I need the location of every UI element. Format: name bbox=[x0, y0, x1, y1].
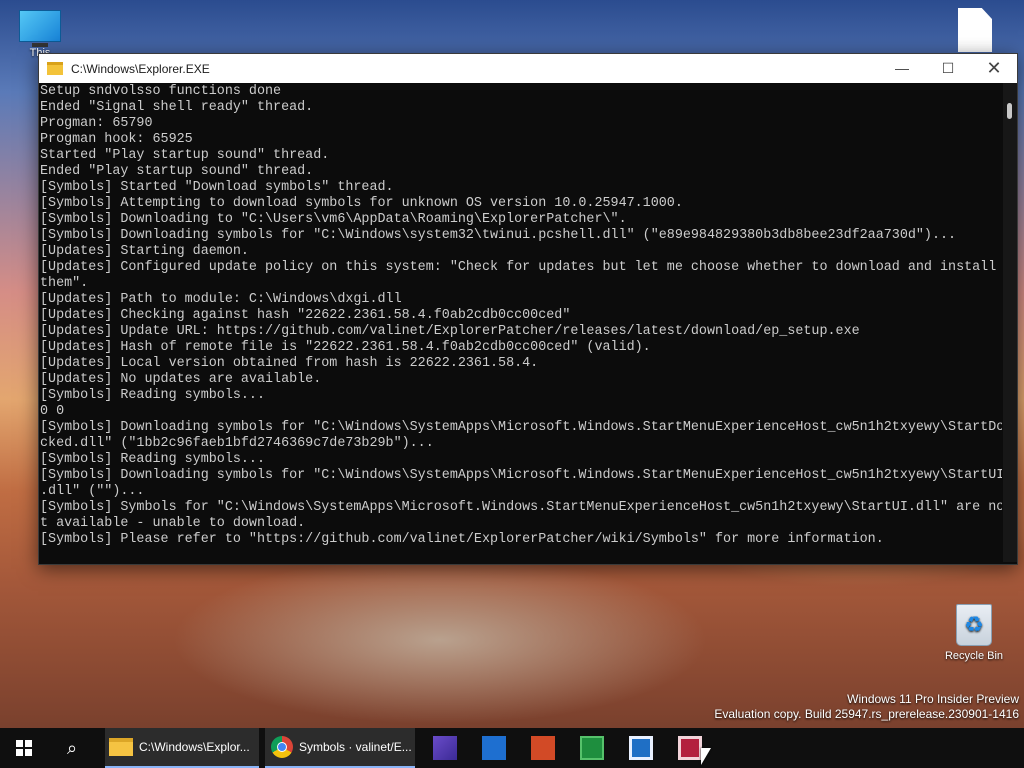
console-line: [Symbols] Symbols for "C:\Windows\System… bbox=[40, 500, 1002, 515]
start-button[interactable] bbox=[0, 728, 48, 768]
taskbar-pinned-app[interactable] bbox=[518, 728, 567, 768]
console-line: [Updates] Update URL: https://github.com… bbox=[40, 324, 860, 339]
windows-watermark: Windows 11 Pro Insider Preview Evaluatio… bbox=[714, 692, 1019, 722]
watermark-edition: Windows 11 Pro Insider Preview bbox=[847, 692, 1019, 706]
recycle-bin-icon: ♻ bbox=[956, 604, 992, 646]
console-line: [Symbols] Downloading symbols for "C:\Wi… bbox=[40, 420, 1002, 435]
console-line: Started "Play startup sound" thread. bbox=[40, 148, 330, 163]
console-line: [Symbols] Attempting to download symbols… bbox=[40, 196, 683, 211]
vertical-scrollbar[interactable] bbox=[1003, 83, 1017, 562]
this-pc-desktop-icon[interactable]: This bbox=[14, 10, 66, 59]
console-line: [Updates] Path to module: C:\Windows\dxg… bbox=[40, 292, 402, 307]
taskbar-item-label: Symbols · valinet/E... bbox=[299, 740, 412, 754]
taskbar-pinned-app[interactable] bbox=[420, 728, 469, 768]
app-icon bbox=[432, 736, 457, 760]
console-output[interactable]: Setup sndvolsso functions done Ended "Sig… bbox=[40, 83, 1002, 562]
console-line: [Symbols] Reading symbols... bbox=[40, 388, 265, 403]
minimize-button[interactable]: — bbox=[879, 54, 925, 83]
console-line: Progman hook: 65925 bbox=[40, 132, 193, 147]
taskbar-pinned-app[interactable] bbox=[469, 728, 518, 768]
scrollbar-thumb[interactable] bbox=[1007, 103, 1012, 119]
app-icon bbox=[530, 736, 555, 760]
console-line: [Updates] Configured update policy on th… bbox=[40, 260, 997, 275]
taskbar-item-explorer[interactable]: C:\Windows\Explor... bbox=[105, 728, 259, 768]
taskbar-item-chrome[interactable]: Symbols · valinet/E... bbox=[265, 728, 415, 768]
search-icon: ⌕ bbox=[66, 737, 78, 758]
app-icon bbox=[677, 736, 702, 760]
file-desktop-icon[interactable] bbox=[958, 8, 992, 52]
console-window[interactable]: C:\Windows\Explorer.EXE — ☐ ✕ Setup sndv… bbox=[38, 53, 1018, 565]
maximize-button[interactable]: ☐ bbox=[925, 54, 971, 83]
recycle-bin-desktop-icon[interactable]: ♻ Recycle Bin bbox=[934, 604, 1014, 662]
console-line: [Updates] Checking against hash "22622.2… bbox=[40, 308, 571, 323]
monitor-icon bbox=[19, 10, 61, 42]
taskbar: ⌕ C:\Windows\Explor... Symbols · valinet… bbox=[0, 728, 1024, 768]
folder-icon bbox=[47, 62, 63, 75]
console-line: [Symbols] Started "Download symbols" thr… bbox=[40, 180, 394, 195]
console-line: cked.dll" ("1bb2c96faeb1bfd2746369c7de73… bbox=[40, 436, 434, 451]
recycle-bin-label: Recycle Bin bbox=[944, 650, 1004, 662]
folder-icon bbox=[109, 738, 133, 756]
console-line: [Symbols] Please refer to "https://githu… bbox=[40, 532, 884, 547]
console-line: 0 0 bbox=[40, 404, 65, 419]
taskbar-item-label: C:\Windows\Explor... bbox=[139, 740, 250, 754]
calculator-icon bbox=[579, 736, 604, 760]
app-icon bbox=[481, 736, 506, 760]
console-line: Progman: 65790 bbox=[40, 116, 153, 131]
console-line: [Symbols] Downloading symbols for "C:\Wi… bbox=[40, 228, 957, 243]
console-line: [Updates] No updates are available. bbox=[40, 372, 322, 387]
watermark-build: Evaluation copy. Build 25947.rs_prerelea… bbox=[714, 707, 1019, 721]
console-line: [Symbols] Reading symbols... bbox=[40, 452, 265, 467]
mouse-cursor-icon bbox=[701, 748, 711, 765]
taskbar-pinned-calculator[interactable] bbox=[567, 728, 616, 768]
close-button[interactable]: ✕ bbox=[971, 54, 1017, 83]
windows-logo-icon bbox=[16, 740, 32, 756]
console-line: .dll" ("")... bbox=[40, 484, 145, 499]
console-line: them". bbox=[40, 276, 89, 291]
console-line: t available - unable to download. bbox=[40, 516, 306, 531]
window-title: C:\Windows\Explorer.EXE bbox=[71, 61, 210, 76]
console-line: Ended "Play startup sound" thread. bbox=[40, 164, 314, 179]
window-titlebar[interactable]: C:\Windows\Explorer.EXE — ☐ ✕ bbox=[39, 54, 1017, 83]
console-line: Setup sndvolsso functions done bbox=[40, 84, 282, 99]
console-line: Ended "Signal shell ready" thread. bbox=[40, 100, 314, 115]
console-line: [Updates] Local version obtained from ha… bbox=[40, 356, 539, 371]
console-line: [Updates] Hash of remote file is "22622.… bbox=[40, 340, 651, 355]
console-line: [Symbols] Downloading symbols for "C:\Wi… bbox=[40, 468, 1002, 483]
chrome-icon bbox=[271, 736, 293, 758]
app-icon bbox=[628, 736, 653, 760]
console-line: [Updates] Starting daemon. bbox=[40, 244, 249, 259]
taskbar-pinned-app[interactable] bbox=[616, 728, 665, 768]
console-line: [Symbols] Downloading to "C:\Users\vm6\A… bbox=[40, 212, 627, 227]
search-button[interactable]: ⌕ bbox=[48, 728, 96, 768]
